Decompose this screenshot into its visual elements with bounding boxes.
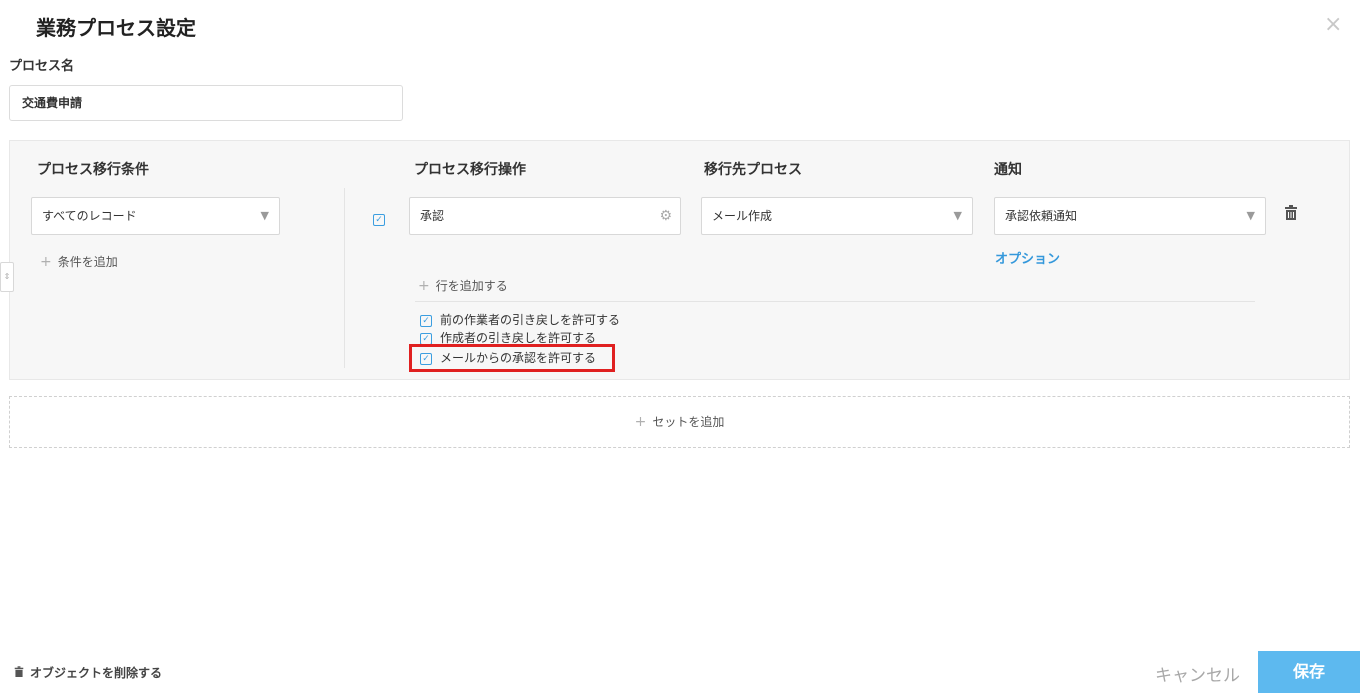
dialog-title: 業務プロセス設定: [36, 16, 196, 40]
delete-row-trash-icon[interactable]: [1284, 205, 1298, 225]
option-link[interactable]: オプション: [995, 248, 1060, 267]
plus-icon: +: [634, 414, 647, 430]
permission-checkbox-2[interactable]: ✓ 作成者の引き戻しを許可する: [420, 331, 596, 345]
gear-icon[interactable]: ⚙: [659, 198, 672, 234]
plus-icon: +: [40, 254, 52, 270]
add-set-label: セットを追加: [652, 415, 725, 429]
add-condition-label: 条件を追加: [57, 255, 118, 269]
column-header-destination: 移行先プロセス: [704, 162, 802, 178]
permission-checkbox-1[interactable]: ✓ 前の作業者の引き戻しを許可する: [420, 313, 620, 327]
add-condition-link[interactable]: + 条件を追加: [40, 253, 118, 270]
process-name-label: プロセス名: [9, 59, 75, 74]
chevron-down-icon: ▼: [1246, 209, 1255, 222]
chevron-down-icon: ▼: [953, 209, 962, 222]
condition-select[interactable]: すべてのレコード ▼: [31, 197, 280, 235]
permission-label: 前の作業者の引き戻しを許可する: [440, 313, 621, 327]
row-checkbox[interactable]: ✓: [373, 209, 393, 228]
plus-icon: +: [418, 278, 430, 294]
column-header-action: プロセス移行操作: [414, 162, 526, 178]
add-row-link[interactable]: + 行を追加する: [418, 277, 508, 294]
notification-select[interactable]: 承認依頼通知 ▼: [994, 197, 1266, 235]
checkbox-icon: ✓: [420, 314, 432, 327]
trash-icon: [14, 666, 24, 677]
chevron-down-icon: ▼: [260, 209, 269, 222]
checkbox-icon: ✓: [373, 213, 385, 226]
condition-select-value: すべてのレコード: [42, 209, 137, 223]
destination-select[interactable]: メール作成 ▼: [701, 197, 973, 235]
notification-select-value: 承認依頼通知: [1005, 209, 1078, 223]
delete-object-label: オブジェクトを削除する: [30, 666, 163, 680]
add-row-label: 行を追加する: [435, 279, 508, 293]
highlight-box: [409, 344, 615, 372]
column-header-notification: 通知: [994, 162, 1022, 178]
trash-icon: [1285, 205, 1297, 220]
cancel-button[interactable]: キャンセル: [1155, 661, 1240, 686]
destination-select-value: メール作成: [712, 209, 773, 223]
row-divider: [415, 301, 1255, 302]
transition-set-panel: [9, 140, 1350, 380]
action-input-value: 承認: [420, 209, 445, 223]
column-header-condition: プロセス移行条件: [37, 162, 149, 178]
permission-label: 作成者の引き戻しを許可する: [440, 331, 597, 345]
save-button[interactable]: 保存: [1258, 651, 1360, 693]
column-divider: [344, 188, 345, 368]
process-name-input[interactable]: 交通費申請: [9, 85, 403, 121]
checkbox-icon: ✓: [420, 332, 432, 345]
drag-handle-icon[interactable]: ⇕: [0, 262, 14, 292]
close-icon[interactable]: ×: [1324, 14, 1342, 36]
action-input[interactable]: 承認 ⚙: [409, 197, 681, 235]
delete-object-link[interactable]: オブジェクトを削除する: [14, 664, 162, 681]
add-set-button[interactable]: + セットを追加: [9, 396, 1350, 448]
